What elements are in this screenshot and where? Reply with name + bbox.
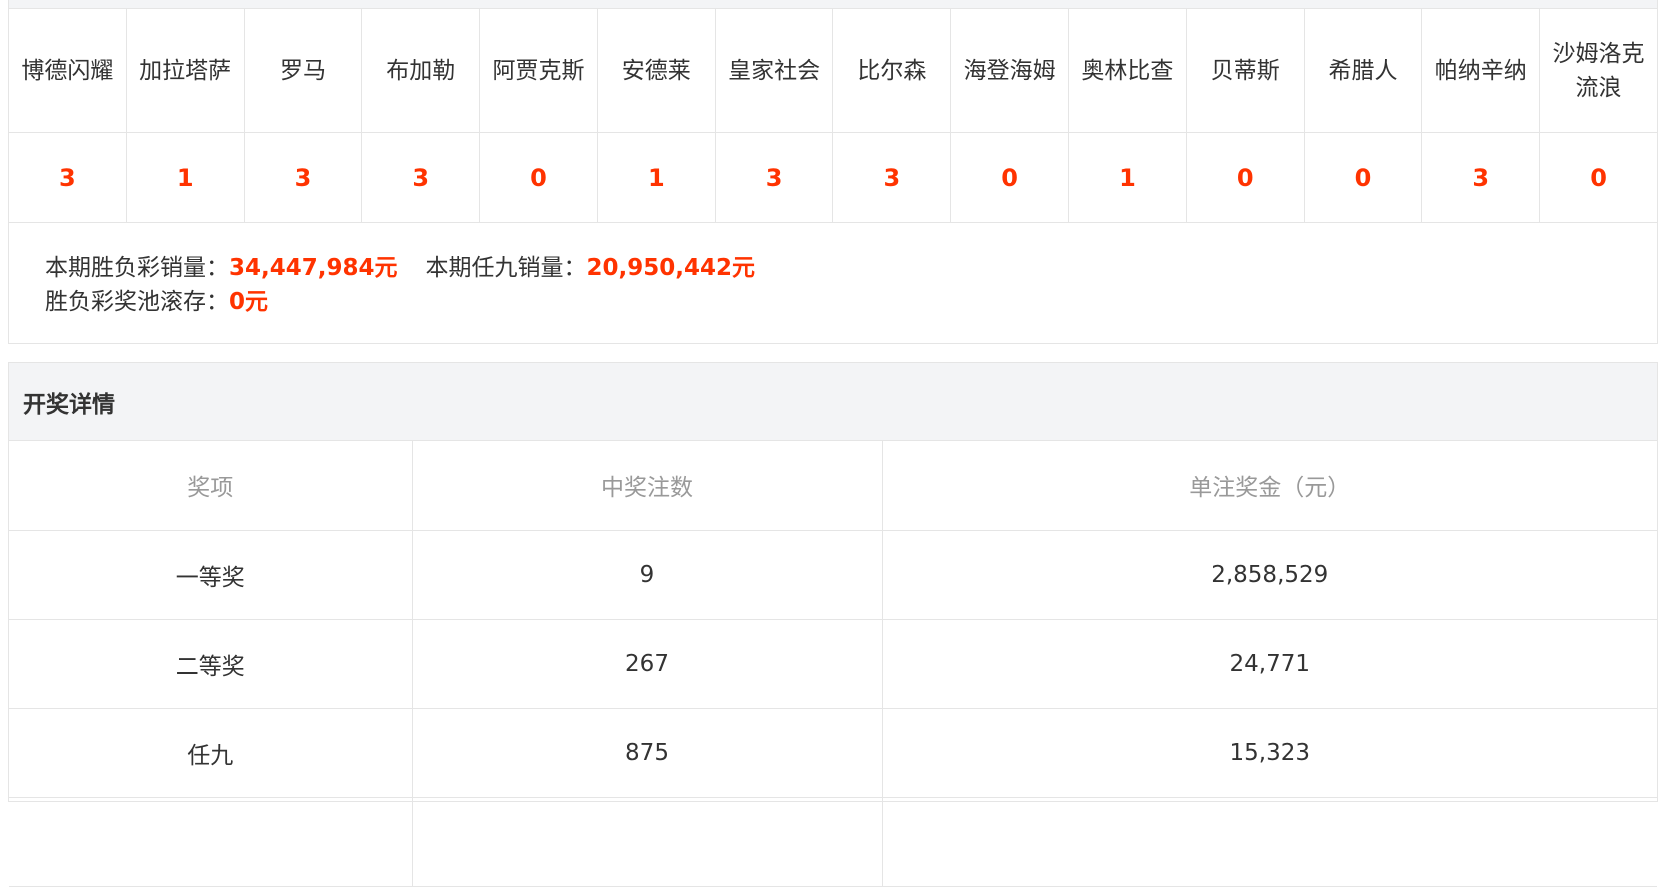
- result-cell: 3: [9, 133, 127, 222]
- winner-count: 875: [412, 708, 883, 798]
- result-cell: 3: [833, 133, 952, 222]
- table-row-partial: [9, 797, 1657, 887]
- team-name: 安德莱: [621, 57, 691, 84]
- table-row: 一等奖 9 2,858,529: [9, 530, 1657, 620]
- team-name: 阿贾克斯: [492, 57, 585, 84]
- prize-amount: 2,858,529: [882, 530, 1657, 620]
- team-cell: 安德莱: [598, 9, 716, 132]
- team-name: 罗马: [279, 57, 326, 84]
- match-result: 0: [1236, 163, 1254, 192]
- result-cell: 3: [245, 133, 363, 222]
- team-cell: 阿贾克斯: [480, 9, 598, 132]
- team-cell: 罗马: [245, 9, 363, 132]
- result-cell: 1: [598, 133, 716, 222]
- header-winner-count: 中奖注数: [412, 441, 883, 531]
- result-cell: 1: [127, 133, 245, 222]
- prize-amount: 15,323: [882, 708, 1657, 798]
- r9-sales-label: 本期任九销量：: [425, 255, 587, 281]
- team-cell: 比尔森: [833, 9, 952, 132]
- match-result: 1: [176, 163, 194, 192]
- team-name: 布加勒: [386, 57, 456, 84]
- result-cell: 0: [1540, 133, 1657, 222]
- match-result: 3: [294, 163, 312, 192]
- match-result: 0: [1590, 163, 1607, 192]
- team-cell: 海登海姆: [951, 9, 1070, 132]
- prize-details-card: 开奖详情 奖项 中奖注数 单注奖金（元） 一等奖 9 2,858,529 二等奖…: [8, 362, 1658, 887]
- match-results-card: 博德闪耀 加拉塔萨 罗马 布加勒 阿贾克斯 安德莱 皇家社会 比尔森 海登海姆 …: [8, 8, 1658, 344]
- team-name: 帕纳辛纳: [1434, 57, 1527, 84]
- match-result: 0: [1354, 163, 1372, 192]
- result-cell: 3: [362, 133, 481, 222]
- winner-count: 9: [412, 530, 883, 620]
- match-result: 3: [883, 163, 901, 192]
- match-result: 3: [1472, 163, 1490, 192]
- team-cell: 奥林比查: [1069, 9, 1187, 132]
- team-name: 博德闪耀: [21, 57, 114, 84]
- table-row: 任九 875 15,323: [9, 708, 1657, 798]
- header-prize-amount: 单注奖金（元）: [882, 441, 1657, 531]
- team-name: 皇家社会: [728, 57, 821, 84]
- team-cell: 博德闪耀: [9, 9, 127, 132]
- match-result: 0: [530, 163, 547, 192]
- team-cell: 皇家社会: [716, 9, 834, 132]
- team-cell: 贝蒂斯: [1187, 9, 1305, 132]
- prize-level: 二等奖: [9, 619, 413, 709]
- match-result: 3: [765, 163, 783, 192]
- pool-label: 胜负彩奖池滚存：: [45, 289, 229, 315]
- team-cell: 希腊人: [1305, 9, 1423, 132]
- top-strip: [8, 0, 1658, 8]
- team-name: 加拉塔萨: [139, 57, 232, 84]
- sfc-sales-value: 34,447,984元: [229, 255, 398, 281]
- sales-summary: 本期胜负彩销量：34,447,984元 本期任九销量：20,950,442元 胜负…: [9, 223, 1657, 319]
- result-cell: 0: [480, 133, 598, 222]
- results-row: 3 1 3 3 0 1 3 3 0 1 0 0 3 0: [9, 133, 1657, 223]
- prize-level: 一等奖: [9, 530, 413, 620]
- team-name: 贝蒂斯: [1210, 57, 1280, 84]
- prize-amount: 24,771: [882, 619, 1657, 709]
- result-cell: 3: [1422, 133, 1541, 222]
- teams-row: 博德闪耀 加拉塔萨 罗马 布加勒 阿贾克斯 安德莱 皇家社会 比尔森 海登海姆 …: [9, 9, 1657, 133]
- match-result: 1: [1119, 163, 1136, 192]
- team-name: 海登海姆: [963, 57, 1056, 84]
- pool-value: 0元: [229, 289, 269, 315]
- result-cell: 3: [716, 133, 834, 222]
- r9-sales-value: 20,950,442元: [586, 255, 756, 281]
- match-result: 3: [59, 163, 76, 192]
- sfc-sales-label: 本期胜负彩销量：: [45, 255, 229, 281]
- team-cell: 加拉塔萨: [127, 9, 245, 132]
- result-cell: 0: [951, 133, 1070, 222]
- winner-count: 267: [412, 619, 883, 709]
- team-name: 比尔森: [857, 57, 927, 84]
- details-title: 开奖详情: [9, 363, 1657, 441]
- sales-line-2: 胜负彩奖池滚存：0元: [45, 285, 1657, 319]
- match-result: 1: [647, 163, 665, 192]
- team-cell: 布加勒: [362, 9, 481, 132]
- team-name: 沙姆洛克流浪: [1552, 40, 1645, 101]
- match-result: 3: [412, 163, 430, 192]
- match-result: 0: [1001, 163, 1018, 192]
- table-row: 二等奖 267 24,771: [9, 619, 1657, 709]
- prize-table: 奖项 中奖注数 单注奖金（元） 一等奖 9 2,858,529 二等奖 267 …: [9, 441, 1657, 887]
- sales-line-1: 本期胜负彩销量：34,447,984元 本期任九销量：20,950,442元: [45, 251, 1657, 285]
- result-cell: 0: [1187, 133, 1305, 222]
- prize-level: 任九: [9, 708, 413, 798]
- team-name: 希腊人: [1328, 57, 1398, 84]
- result-cell: 0: [1305, 133, 1423, 222]
- team-cell: 沙姆洛克流浪: [1540, 9, 1657, 132]
- header-prize-level: 奖项: [9, 441, 413, 531]
- result-cell: 1: [1069, 133, 1187, 222]
- team-cell: 帕纳辛纳: [1422, 9, 1541, 132]
- team-name: 奥林比查: [1081, 57, 1174, 84]
- prize-table-header: 奖项 中奖注数 单注奖金（元）: [9, 441, 1657, 531]
